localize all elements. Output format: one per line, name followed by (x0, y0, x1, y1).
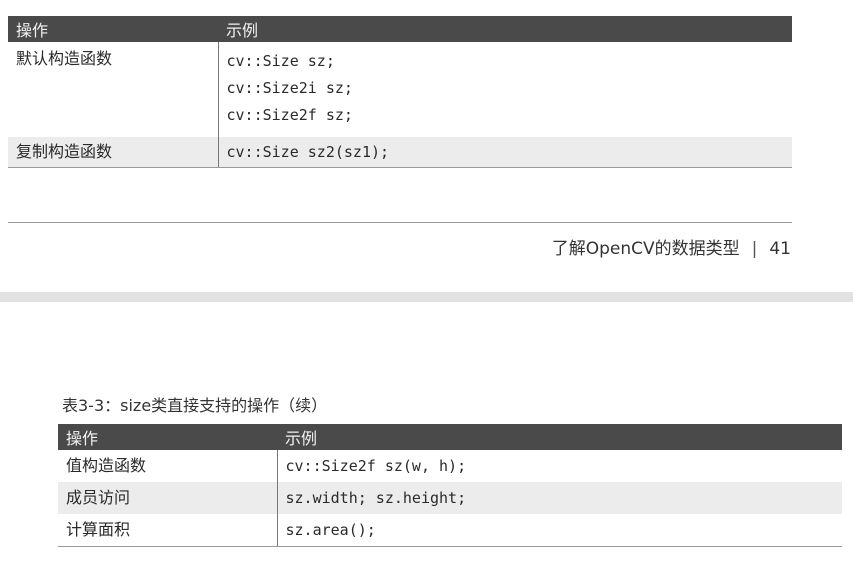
operation-name: 复制构造函数 (8, 137, 219, 168)
header-operation: 操作 (8, 16, 218, 42)
table-row: 计算面积 sz.area(); (58, 514, 842, 547)
operation-name: 计算面积 (58, 514, 278, 547)
table-row: 值构造函数 cv::Size2f sz(w, h); (58, 450, 842, 482)
operation-name: 默认构造函数 (8, 42, 219, 137)
table-header-row: 操作 示例 (8, 16, 792, 42)
footer-separator: | (751, 239, 758, 259)
code-line: cv::Size sz; (226, 52, 335, 70)
chapter-title: 了解OpenCV的数据类型 (551, 239, 740, 259)
header-example: 示例 (277, 424, 842, 450)
example-code: cv::Size2f sz(w, h); (285, 457, 467, 475)
header-example: 示例 (218, 16, 792, 42)
operation-name: 值构造函数 (58, 450, 278, 482)
operations-table-continued-bottom: 操作 示例 值构造函数 cv::Size2f sz(w, h); 成员访问 sz… (58, 424, 842, 547)
example-code: cv::Size sz; cv::Size2i sz; cv::Size2f s… (218, 42, 792, 137)
page-number: 41 (769, 239, 791, 259)
table-header-row: 操作 示例 (58, 424, 842, 450)
header-operation: 操作 (58, 424, 277, 450)
page-gap (0, 292, 853, 302)
operations-table-continued-top: 操作 示例 默认构造函数 cv::Size sz; cv::Size2i sz;… (8, 16, 792, 168)
footer-divider (8, 222, 792, 223)
code-line: cv::Size2f sz; (226, 106, 353, 124)
code-line: cv::Size sz2(sz1); (218, 137, 792, 168)
page-footer: 了解OpenCV的数据类型 | 41 (552, 234, 791, 259)
table-row: 成员访问 sz.width; sz.height; (58, 482, 842, 514)
example-code: sz.width; sz.height; (277, 482, 842, 514)
table-row: 默认构造函数 cv::Size sz; cv::Size2i sz; cv::S… (8, 42, 792, 137)
code-line: cv::Size2i sz; (226, 79, 353, 97)
table-caption: 表3-3：size类直接支持的操作（续） (62, 396, 328, 415)
example-code: sz.area(); (277, 514, 842, 547)
table-row: 复制构造函数 cv::Size sz2(sz1); (8, 137, 792, 168)
operation-name: 成员访问 (58, 482, 278, 514)
